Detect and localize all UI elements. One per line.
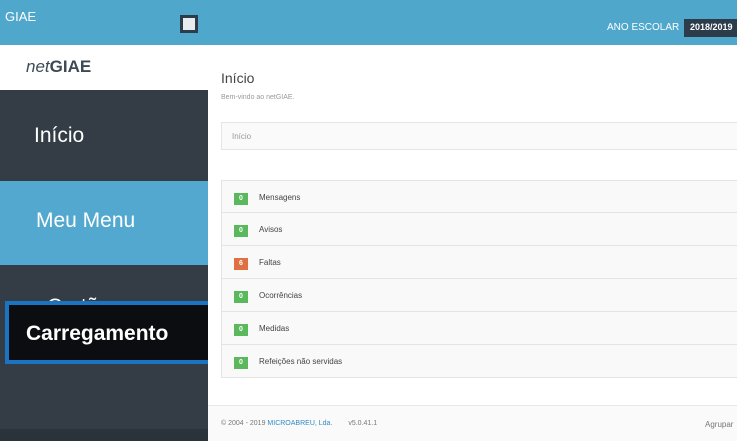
sidebar-divider [0, 429, 208, 441]
list-item-faltas[interactable]: 6 Faltas [221, 246, 737, 279]
page-subtitle: Bem-vindo ao netGIAE. [221, 94, 295, 101]
top-bar: GIAE ANO ESCOLAR 2018/2019 [0, 0, 737, 45]
count-badge: 6 [234, 258, 248, 270]
summary-list: 0 Mensagens 0 Avisos 6 Faltas 0 Ocorrênc… [221, 180, 737, 378]
logo-net: net [26, 57, 50, 76]
list-item-medidas[interactable]: 0 Medidas [221, 312, 737, 345]
copyright-text: © 2004 - 2019 [221, 420, 266, 427]
sidebar-item-carregamento[interactable]: Carregamento [5, 301, 217, 364]
list-item-ocorrencias[interactable]: 0 Ocorrências [221, 279, 737, 312]
footer-right-text: Agrupar [705, 420, 734, 429]
breadcrumb-item[interactable]: Início [232, 132, 251, 141]
count-badge: 0 [234, 225, 248, 237]
school-year-label: ANO ESCOLAR [607, 22, 680, 33]
sidebar-item-inicio[interactable]: Início [0, 90, 208, 181]
count-badge: 0 [234, 357, 248, 369]
sidebar: netGIAE Início Meu Menu Cartão [0, 45, 208, 441]
list-item-label: Faltas [259, 258, 281, 267]
sidebar-item-label: Meu Menu [36, 209, 136, 232]
sidebar-item-label: Início [34, 124, 85, 147]
menu-toggle-button[interactable] [180, 15, 198, 33]
page-title: Início [221, 70, 255, 86]
breadcrumb: Início [221, 122, 737, 150]
app-brand[interactable]: GIAE [5, 9, 36, 24]
count-badge: 0 [234, 291, 248, 303]
square-icon [183, 18, 195, 30]
sidebar-item-label: Carregamento [26, 322, 169, 345]
list-item-label: Avisos [259, 225, 283, 234]
version-text: v5.0.41.1 [348, 420, 378, 427]
list-item-label: Medidas [259, 324, 290, 333]
main-content: Início Bem-vindo ao netGIAE. Início 0 Me… [208, 45, 737, 441]
list-item-label: Ocorrências [259, 291, 303, 300]
school-year-badge[interactable]: 2018/2019 [684, 19, 737, 37]
list-item-mensagens[interactable]: 0 Mensagens [221, 180, 737, 213]
count-badge: 0 [234, 193, 248, 205]
sidebar-item-meu-menu[interactable]: Meu Menu [0, 181, 208, 265]
list-item-label: Refeições não servidas [259, 357, 343, 366]
footer: © 2004 - 2019 MICROABREU, Lda. v5.0.41.1… [208, 405, 737, 441]
company-link[interactable]: MICROABREU, Lda. [267, 420, 332, 427]
list-item-refeicoes[interactable]: 0 Refeições não servidas [221, 345, 737, 378]
list-item-avisos[interactable]: 0 Avisos [221, 213, 737, 246]
logo-giae: GIAE [49, 57, 92, 76]
count-badge: 0 [234, 324, 248, 336]
netgiae-logo[interactable]: netGIAE [0, 45, 208, 90]
footer-copyright: © 2004 - 2019 MICROABREU, Lda. v5.0.41.1 [221, 420, 377, 427]
list-item-label: Mensagens [259, 193, 301, 202]
